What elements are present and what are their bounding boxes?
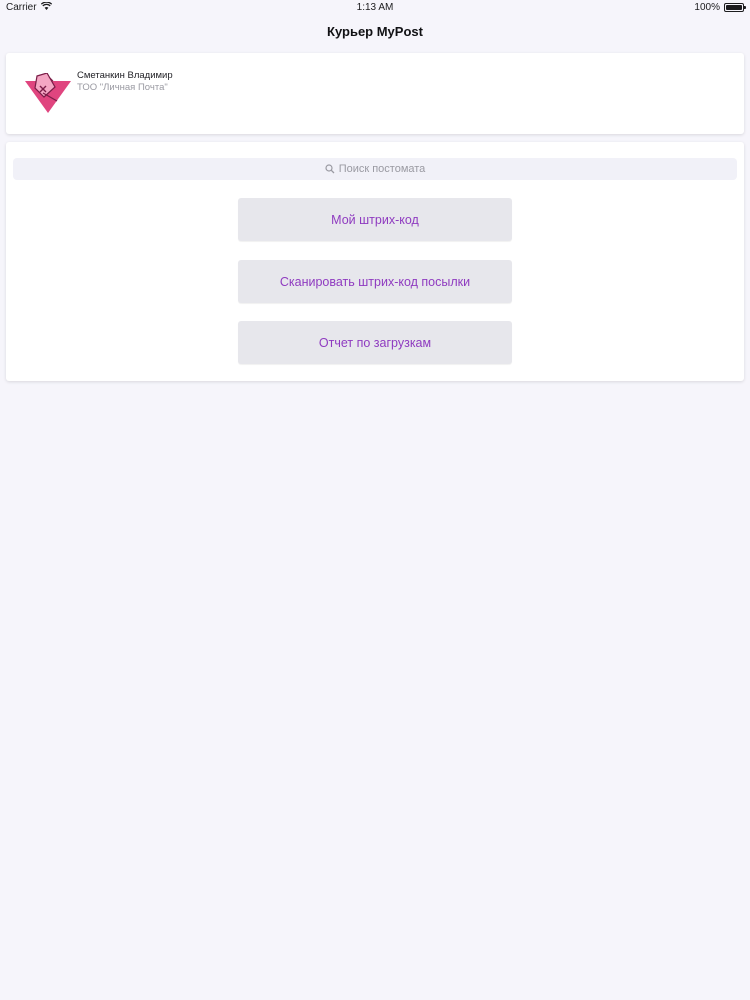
actions-card: Поиск постомата Мой штрих-код Сканироват… xyxy=(6,142,744,381)
battery-percent: 100% xyxy=(694,2,720,13)
profile-company: ТОО "Личная Почта" xyxy=(77,82,168,93)
status-time: 1:13 AM xyxy=(356,2,394,13)
my-barcode-button[interactable]: Мой штрих-код xyxy=(238,198,512,241)
battery-icon xyxy=(724,3,746,12)
profile-name: Сметанкин Владимир xyxy=(77,70,173,81)
uploads-report-button[interactable]: Отчет по загрузкам xyxy=(238,321,512,364)
battery-fill xyxy=(726,5,742,10)
search-placeholder: Поиск постомата xyxy=(338,163,426,175)
status-bar: Carrier 1:13 AM 100% xyxy=(0,0,750,16)
scan-parcel-barcode-button[interactable]: Сканировать штрих-код посылки xyxy=(238,260,512,303)
page-title: Курьер MyPost xyxy=(327,24,423,39)
search-input[interactable]: Поиск постомата xyxy=(13,158,737,180)
search-icon xyxy=(325,164,335,174)
mypost-logo-icon xyxy=(23,72,73,115)
status-right: 100% xyxy=(694,2,746,13)
profile-card: Сметанкин Владимир ТОО "Личная Почта" xyxy=(6,53,744,134)
